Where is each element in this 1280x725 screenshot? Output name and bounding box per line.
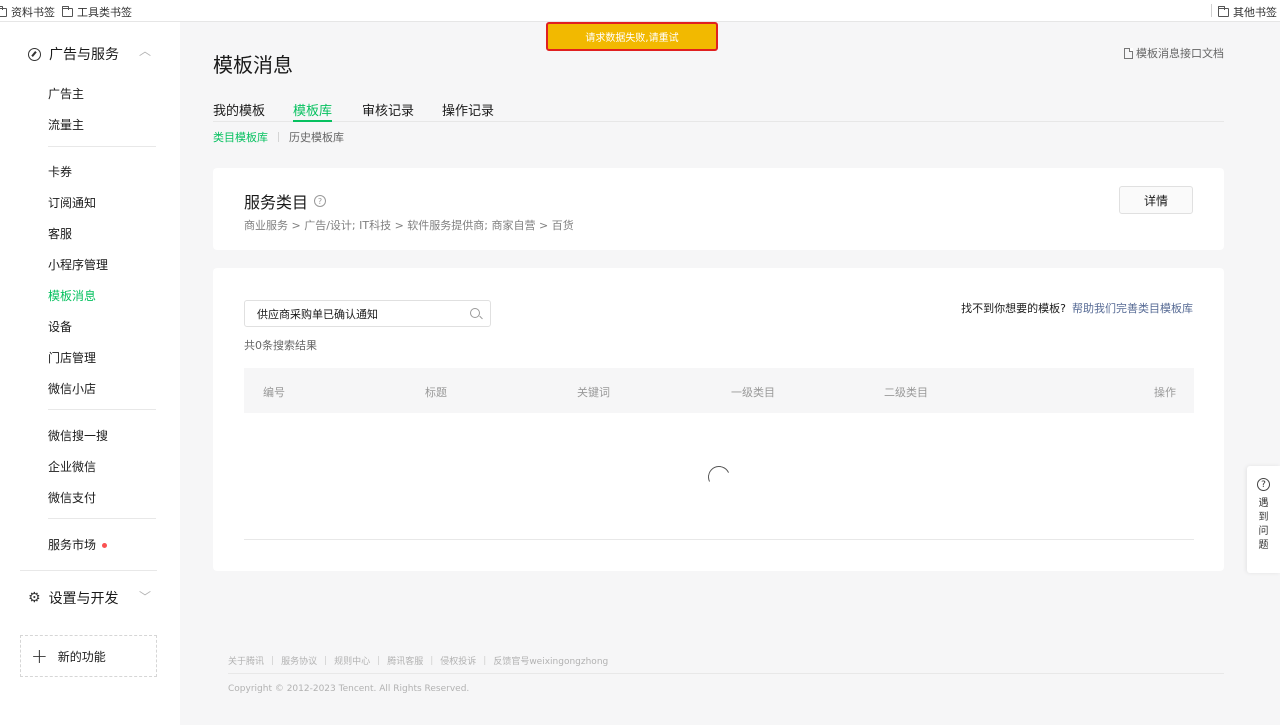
chevron-down-icon[interactable]: ﹀	[139, 588, 151, 605]
sub-tabs: 类目模板库 历史模板库	[213, 129, 344, 145]
sidebar-item-wechat-shop[interactable]: 微信小店	[48, 380, 96, 397]
search-icon[interactable]	[470, 308, 480, 318]
main-tabs: 我的模板 模板库 审核记录 操作记录	[213, 100, 1224, 122]
table-bottom-border	[244, 539, 1194, 540]
sidebar-divider	[48, 146, 156, 147]
sidebar-item-advertiser[interactable]: 广告主	[48, 85, 84, 102]
help-prompt: 找不到你想要的模板? 帮助我们完善类目模板库	[961, 300, 1193, 316]
category-path: 商业服务 > 广告/设计; IT科技 > 软件服务提供商; 商家自营 > 百货	[244, 219, 574, 232]
plus-icon: +	[31, 644, 48, 668]
sidebar-group-settings-dev[interactable]: ⚙ 设置与开发	[28, 588, 119, 608]
notification-dot	[102, 543, 108, 548]
template-api-doc-link[interactable]: 模板消息接口文档	[1124, 45, 1224, 61]
search-input[interactable]	[257, 306, 457, 322]
sidebar-item-work-wechat[interactable]: 企业微信	[48, 458, 96, 475]
sidebar-divider	[48, 409, 156, 410]
chevron-up-icon[interactable]: ︿	[139, 42, 151, 59]
detail-button[interactable]: 详情	[1119, 186, 1193, 214]
column-header-actions: 操作	[1154, 386, 1176, 399]
sidebar-item-miniprogram[interactable]: 小程序管理	[48, 256, 108, 273]
footer-separator: |	[271, 655, 275, 666]
sidebar-item-wechat-pay[interactable]: 微信支付	[48, 489, 96, 506]
sidebar-item-service-market[interactable]: 服务市场	[48, 536, 108, 553]
sidebar-item-customer-service[interactable]: 客服	[48, 225, 72, 242]
sidebar-item-template-message[interactable]: 模板消息	[48, 287, 96, 304]
column-header-primary-category: 一级类目	[731, 386, 775, 399]
footer-separator: |	[483, 655, 487, 666]
subtab-history-library[interactable]: 历史模板库	[289, 129, 344, 145]
footer-divider	[228, 673, 1224, 674]
improve-library-link[interactable]: 帮助我们完善类目模板库	[1072, 300, 1193, 316]
footer-link-support[interactable]: 腾讯客服	[387, 654, 423, 667]
copyright: Copyright © 2012-2023 Tencent. All Right…	[228, 684, 470, 694]
folder-icon	[62, 5, 73, 17]
help-icon: ?	[1257, 478, 1270, 491]
footer-link-complaints[interactable]: 侵权投诉	[440, 654, 476, 667]
table-header: 编号 标题 关键词 一级类目 二级类目 操作	[244, 368, 1194, 413]
help-icon[interactable]: ?	[314, 195, 327, 207]
tab-my-templates[interactable]: 我的模板	[213, 100, 265, 122]
document-icon	[1124, 47, 1133, 59]
gear-icon: ⚙	[28, 590, 41, 606]
tab-template-library[interactable]: 模板库	[293, 100, 333, 122]
column-header-keywords: 关键词	[577, 386, 610, 399]
bookmark-folder-materials[interactable]: 资料书签	[0, 4, 55, 20]
column-header-title: 标题	[425, 386, 447, 399]
help-float-button[interactable]: ? 遇 到 问 题	[1247, 466, 1280, 573]
footer-links: 关于腾讯 | 服务协议 | 规则中心 | 腾讯客服 | 侵权投诉 | 反馈官号w…	[228, 654, 608, 668]
footer-link-about[interactable]: 关于腾讯	[228, 654, 264, 667]
bookmarks-bar: 资料书签 工具类书签 其他书签	[0, 0, 1280, 22]
footer-separator: |	[377, 655, 381, 666]
bookmark-folder-tools[interactable]: 工具类书签	[62, 4, 132, 20]
footer-link-terms[interactable]: 服务协议	[281, 654, 317, 667]
category-title: 服务类目 ?	[244, 189, 327, 213]
error-toast: 请求数据失败,请重试	[546, 22, 718, 51]
column-header-id: 编号	[263, 386, 285, 399]
sidebar: 广告与服务 ︿ 广告主 流量主 卡券 订阅通知 客服 小程序管理 模板消息 设备…	[0, 22, 180, 725]
sidebar-item-stores[interactable]: 门店管理	[48, 349, 96, 366]
sidebar-item-publisher[interactable]: 流量主	[48, 116, 84, 133]
template-list-card: 共0条搜索结果 找不到你想要的模板? 帮助我们完善类目模板库 编号 标题 关键词…	[213, 268, 1224, 571]
search-box[interactable]	[244, 300, 491, 327]
new-features-button[interactable]: + 新的功能	[20, 635, 157, 677]
sidebar-divider	[48, 518, 156, 519]
folder-icon	[0, 5, 7, 17]
service-category-card: 服务类目 ? 商业服务 > 广告/设计; IT科技 > 软件服务提供商; 商家自…	[213, 168, 1224, 250]
result-count: 共0条搜索结果	[244, 339, 317, 352]
compass-icon	[28, 47, 41, 61]
sidebar-item-search[interactable]: 微信搜一搜	[48, 427, 108, 444]
sidebar-group-ads-services[interactable]: 广告与服务	[28, 44, 119, 64]
sidebar-item-subscription[interactable]: 订阅通知	[48, 194, 96, 211]
footer-separator: |	[430, 655, 434, 666]
bookmark-separator	[1211, 4, 1212, 17]
tab-review-records[interactable]: 审核记录	[362, 100, 414, 122]
bookmark-folder-other[interactable]: 其他书签	[1218, 4, 1277, 20]
footer-link-feedback[interactable]: 反馈官号weixingongzhong	[493, 654, 608, 667]
sidebar-item-devices[interactable]: 设备	[48, 318, 72, 335]
sidebar-divider	[20, 570, 157, 571]
tab-operation-records[interactable]: 操作记录	[442, 100, 494, 122]
folder-icon	[1218, 5, 1229, 17]
loading-spinner	[704, 462, 734, 492]
column-header-secondary-category: 二级类目	[884, 386, 928, 399]
footer-link-rules[interactable]: 规则中心	[334, 654, 370, 667]
subtab-category-library[interactable]: 类目模板库	[213, 129, 268, 145]
sidebar-item-coupons[interactable]: 卡券	[48, 163, 72, 180]
page-title: 模板消息	[213, 53, 293, 77]
subtab-separator	[278, 132, 279, 142]
footer-separator: |	[324, 655, 328, 666]
